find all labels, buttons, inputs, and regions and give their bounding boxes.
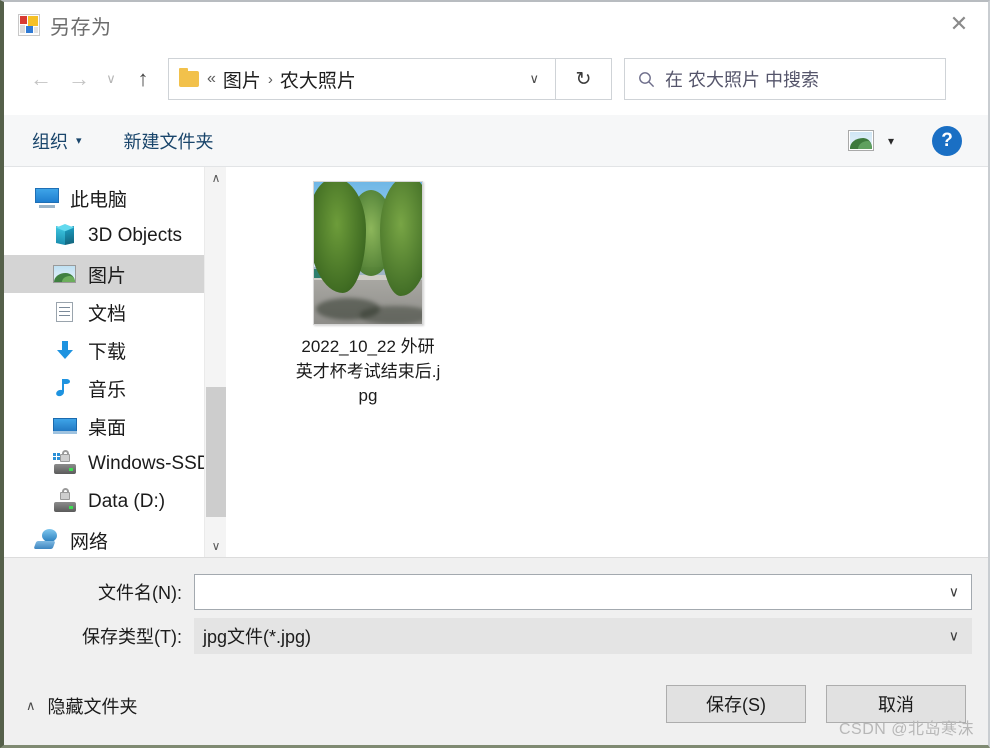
- sidebar-item-label: 网络: [70, 531, 109, 553]
- breadcrumb-item-current[interactable]: 农大照片: [280, 66, 356, 93]
- file-name-input[interactable]: ∨: [194, 574, 972, 610]
- sidebar-item-documents[interactable]: 文档: [4, 293, 226, 331]
- navigation-bar: ← → ∨ ↑ « 图片 › 农大照片 ∨ ↻ 在 农大照片 中搜索: [4, 48, 988, 110]
- toolbar-right-group: ▾ ?: [847, 125, 988, 156]
- sidebar-item-pictures[interactable]: 图片: [4, 255, 226, 293]
- network-icon: [33, 529, 60, 551]
- folder-icon: [179, 68, 199, 87]
- sidebar-item-label: 图片: [88, 265, 127, 287]
- file-name-field-label: 文件名(N):: [98, 583, 182, 603]
- window-title: 另存为: [50, 16, 112, 39]
- view-options-chevron-down-icon[interactable]: ▾: [888, 134, 894, 148]
- search-input[interactable]: 在 农大照片 中搜索: [665, 66, 819, 92]
- sidebar-item-label: 此电脑: [70, 189, 128, 211]
- save-type-field-label: 保存类型(T):: [82, 627, 182, 647]
- sidebar-scrollbar[interactable]: ∧ ∨: [204, 167, 226, 557]
- save-type-row: 保存类型(T): jpg文件(*.jpg) ∨: [4, 618, 988, 654]
- command-toolbar: 组织 ▾ 新建文件夹 ▾ ?: [4, 115, 988, 167]
- sidebar-item-windows-ssd[interactable]: Windows-SSD: [4, 445, 226, 483]
- new-folder-button[interactable]: 新建文件夹: [124, 128, 214, 154]
- desktop-icon: [52, 415, 78, 437]
- search-box[interactable]: 在 农大照片 中搜索: [624, 58, 946, 100]
- save-type-select[interactable]: jpg文件(*.jpg) ∨: [194, 618, 972, 654]
- sidebar-item-label: 桌面: [88, 417, 127, 439]
- hide-folders-label: 隐藏文件夹: [47, 697, 138, 717]
- sidebar-item-3d-objects[interactable]: 3D Objects: [4, 217, 226, 255]
- file-name-row: 文件名(N): ∨: [4, 574, 988, 610]
- breadcrumb-item-pictures[interactable]: 图片: [223, 66, 261, 93]
- picture-icon: [52, 263, 78, 285]
- sidebar-item-this-pc[interactable]: 此电脑: [4, 179, 226, 217]
- forward-button[interactable]: →: [60, 60, 98, 98]
- list-item[interactable]: 2022_10_22 外研英才杯考试结束后.jpg: [293, 181, 443, 409]
- drive-icon: [52, 488, 78, 513]
- navigation-pane: 此电脑 3D Objects 图片 文档 下载 音乐 桌面 Windows-SS…: [4, 167, 226, 557]
- sidebar-item-label: 下载: [88, 341, 127, 363]
- music-icon: [52, 377, 78, 399]
- file-name-label: 2022_10_22 外研英才杯考试结束后.jpg: [295, 337, 441, 406]
- sidebar-item-label: 3D Objects: [88, 225, 182, 246]
- hide-folders-button[interactable]: ∧ 隐藏文件夹: [26, 693, 138, 719]
- save-type-value: jpg文件(*.jpg): [203, 627, 312, 647]
- close-icon[interactable]: ✕: [930, 2, 988, 46]
- chevron-down-icon[interactable]: ∨: [519, 71, 549, 87]
- sidebar-item-desktop[interactable]: 桌面: [4, 407, 226, 445]
- organize-button[interactable]: 组织 ▾: [32, 128, 82, 154]
- scroll-up-icon[interactable]: ∧: [205, 167, 226, 189]
- chevron-down-icon[interactable]: ∨: [949, 628, 959, 645]
- chevron-down-icon[interactable]: ∨: [949, 584, 959, 601]
- breadcrumb-separator: ›: [267, 70, 273, 88]
- file-thumbnail[interactable]: [313, 181, 423, 325]
- scroll-down-icon[interactable]: ∨: [205, 535, 226, 557]
- sidebar-item-label: Data (D:): [88, 491, 166, 512]
- save-as-dialog: 另存为 ✕ ← → ∨ ↑ « 图片 › 农大照片 ∨ ↻ 在 农大照片 中搜索: [0, 0, 990, 748]
- sidebar-item-label: Windows-SSD: [88, 453, 211, 474]
- search-icon: [635, 71, 657, 88]
- drive-icon: [52, 450, 78, 475]
- download-icon: [52, 339, 78, 361]
- dialog-footer: 文件名(N): ∨ 保存类型(T): jpg文件(*.jpg) ∨ ∧ 隐藏文件…: [4, 557, 988, 745]
- up-button[interactable]: ↑: [124, 60, 162, 98]
- save-button[interactable]: 保存(S): [666, 685, 806, 723]
- view-mode-icon[interactable]: [847, 130, 874, 151]
- help-button[interactable]: ?: [932, 125, 962, 156]
- address-bar[interactable]: « 图片 › 农大照片 ∨: [168, 58, 556, 100]
- back-button[interactable]: ←: [22, 60, 60, 98]
- sidebar-item-music[interactable]: 音乐: [4, 369, 226, 407]
- dialog-body: 此电脑 3D Objects 图片 文档 下载 音乐 桌面 Windows-SS…: [4, 167, 988, 557]
- sidebar-item-downloads[interactable]: 下载: [4, 331, 226, 369]
- refresh-button[interactable]: ↻: [556, 58, 612, 100]
- sidebar-item-label: 音乐: [88, 379, 127, 401]
- recent-locations-button[interactable]: ∨: [98, 60, 124, 98]
- organize-label: 组织: [32, 131, 68, 152]
- title-bar: 另存为 ✕: [4, 2, 988, 48]
- sidebar-item-data-drive[interactable]: Data (D:): [4, 483, 226, 521]
- chevron-down-icon: ▾: [76, 135, 82, 147]
- paint-app-icon: [18, 14, 40, 36]
- watermark: CSDN @北岛寒沫: [838, 721, 974, 738]
- sidebar-item-network[interactable]: 网络: [4, 521, 226, 557]
- breadcrumb-overflow[interactable]: «: [207, 70, 216, 88]
- sidebar-item-label: 文档: [88, 303, 127, 325]
- chevron-up-icon: ∧: [26, 698, 36, 713]
- cube-icon: [52, 224, 78, 247]
- file-list-pane[interactable]: 2022_10_22 外研英才杯考试结束后.jpg: [226, 167, 988, 557]
- scrollbar-thumb[interactable]: [206, 387, 226, 517]
- document-icon: [52, 301, 78, 323]
- monitor-icon: [34, 187, 60, 209]
